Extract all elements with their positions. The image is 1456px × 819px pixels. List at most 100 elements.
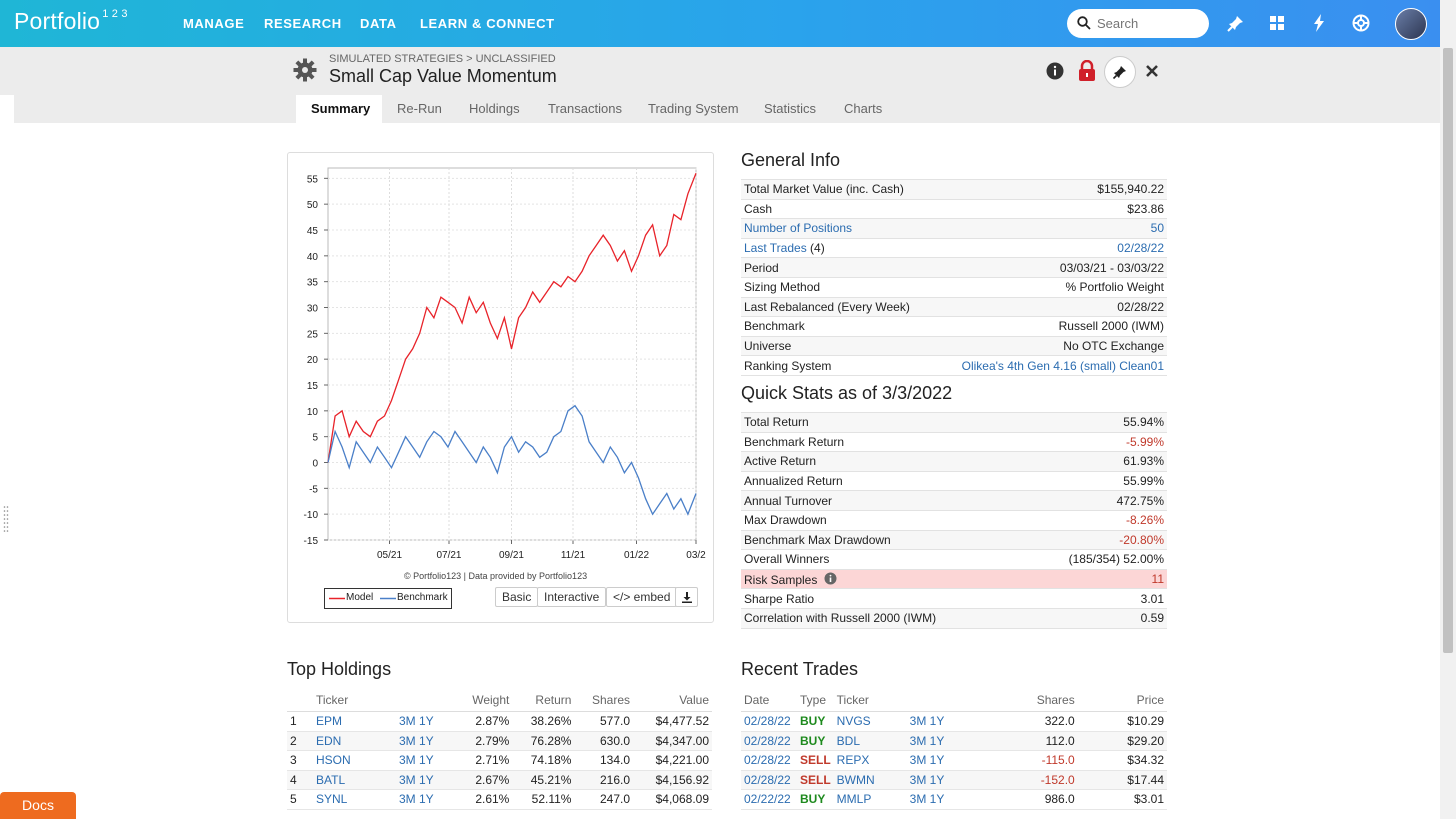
user-avatar[interactable] <box>1395 8 1427 40</box>
scrollbar-thumb[interactable] <box>1443 48 1453 653</box>
y-tick-label: 40 <box>307 252 319 263</box>
portfolio123-logo[interactable]: Portfolio 1 2 3 <box>14 8 128 35</box>
tab-holdings[interactable]: Holdings <box>469 101 520 116</box>
holding-value: $4,477.52 <box>633 711 712 732</box>
col-ticker[interactable]: Ticker <box>833 689 890 712</box>
col-date[interactable]: Date <box>741 689 797 712</box>
holding-row[interactable]: 2 EDN 3M 1Y 2.79% 76.28% 630.0 $4,347.00 <box>287 731 712 751</box>
holding-weight: 2.79% <box>455 731 513 751</box>
drag-handle-icon[interactable] <box>3 505 9 533</box>
lightning-icon[interactable] <box>1309 13 1329 33</box>
breadcrumb[interactable]: SIMULATED STRATEGIES > UNCLASSIFIED <box>329 53 556 65</box>
embed-button[interactable]: </> embed <box>606 587 678 607</box>
info-value[interactable]: 02/28/22 <box>933 237 1167 258</box>
vertical-scrollbar[interactable] <box>1440 0 1456 819</box>
info-value[interactable]: 50 <box>933 218 1167 239</box>
col-period <box>889 689 986 712</box>
trade-row[interactable]: 02/22/22 BUY MMLP 3M 1Y 986.0 $3.01 <box>741 789 1167 810</box>
trade-date-link[interactable]: 02/22/22 <box>741 789 797 810</box>
performance-chart[interactable]: 05/21 07/21 09/21 11/21 01/22 03/255504540353… <box>288 153 711 571</box>
period-links[interactable]: 3M 1Y <box>889 789 986 810</box>
interactive-chart-button[interactable]: Interactive <box>537 587 607 607</box>
holding-ticker-link[interactable]: EDN <box>313 731 369 751</box>
tab-trading-system[interactable]: Trading System <box>648 101 739 116</box>
tab-re-run[interactable]: Re-Run <box>397 101 442 116</box>
holding-row[interactable]: 5 SYNL 3M 1Y 2.61% 52.11% 247.0 $4,068.09 <box>287 789 712 810</box>
download-button[interactable] <box>675 587 698 607</box>
trade-row[interactable]: 02/28/22 BUY BDL 3M 1Y 112.0 $29.20 <box>741 731 1167 751</box>
trade-row[interactable]: 02/28/22 SELL BWMN 3M 1Y -152.0 $17.44 <box>741 770 1167 790</box>
pin-icon[interactable] <box>1226 13 1246 33</box>
support-lifebuoy-icon[interactable] <box>1351 13 1371 33</box>
dashboard-grid-icon[interactable] <box>1267 13 1287 33</box>
trade-date-link[interactable]: 02/28/22 <box>741 770 797 790</box>
col-ticker[interactable]: Ticker <box>313 689 369 712</box>
period-links[interactable]: 3M 1Y <box>889 770 986 790</box>
period-links[interactable]: 3M 1Y <box>369 770 455 790</box>
basic-chart-button[interactable]: Basic <box>495 587 539 607</box>
trade-shares: 986.0 <box>985 789 1078 810</box>
holding-ticker-link[interactable]: SYNL <box>313 789 369 810</box>
trade-date-link[interactable]: 02/28/22 <box>741 711 797 732</box>
col-value[interactable]: Value <box>633 689 712 712</box>
holding-ticker-link[interactable]: EPM <box>313 711 369 732</box>
nav-research[interactable]: RESEARCH <box>264 16 342 31</box>
tab-charts[interactable]: Charts <box>844 101 882 116</box>
period-links[interactable]: 3M 1Y <box>889 731 986 751</box>
docs-button[interactable]: Docs <box>0 792 76 819</box>
tab-statistics[interactable]: Statistics <box>764 101 816 116</box>
close-icon[interactable] <box>1145 64 1159 78</box>
trade-date-link[interactable]: 02/28/22 <box>741 750 797 771</box>
stat-row: Sharpe Ratio 3.01 <box>741 588 1167 609</box>
col-price[interactable]: Price <box>1077 689 1167 712</box>
holding-row[interactable]: 3 HSON 3M 1Y 2.71% 74.18% 134.0 $4,221.00 <box>287 750 712 771</box>
search-icon <box>1077 16 1091 30</box>
nav-learn-connect[interactable]: LEARN & CONNECT <box>420 16 555 31</box>
col-shares[interactable]: Shares <box>985 689 1078 712</box>
trade-row[interactable]: 02/28/22 BUY NVGS 3M 1Y 322.0 $10.29 <box>741 711 1167 732</box>
info-row[interactable]: Last Trades (4) 02/28/22 <box>741 237 1167 258</box>
number-of-positions-link[interactable]: Number of Positions <box>741 218 934 239</box>
trade-ticker-link[interactable]: REPX <box>833 750 890 771</box>
period-links[interactable]: 3M 1Y <box>369 789 455 810</box>
lock-icon[interactable] <box>1078 60 1096 82</box>
col-weight[interactable]: Weight <box>455 689 513 712</box>
info-row[interactable]: Number of Positions 50 <box>741 218 1167 239</box>
info-label: Universe <box>741 335 934 356</box>
period-links[interactable]: 3M 1Y <box>369 711 455 732</box>
nav-data[interactable]: DATA <box>360 16 397 31</box>
pin-button[interactable] <box>1104 56 1136 88</box>
gear-icon[interactable] <box>292 57 318 83</box>
trade-ticker-link[interactable]: BDL <box>833 731 890 751</box>
holding-return: 38.26% <box>512 711 575 732</box>
y-tick-label: -5 <box>309 484 318 495</box>
tab-summary[interactable]: Summary <box>311 101 371 116</box>
holding-row[interactable]: 1 EPM 3M 1Y 2.87% 38.26% 577.0 $4,477.52 <box>287 711 712 732</box>
info-icon[interactable] <box>1046 62 1064 80</box>
trade-ticker-link[interactable]: NVGS <box>833 711 890 732</box>
col-return[interactable]: Return <box>512 689 575 712</box>
search-input[interactable] <box>1095 15 1204 32</box>
last-trades-link[interactable]: Last Trades <box>744 241 807 255</box>
period-links[interactable]: 3M 1Y <box>369 750 455 771</box>
holding-row[interactable]: 4 BATL 3M 1Y 2.67% 45.21% 216.0 $4,156.92 <box>287 770 712 790</box>
period-links[interactable]: 3M 1Y <box>889 750 986 771</box>
trade-date-link[interactable]: 02/28/22 <box>741 731 797 751</box>
holding-ticker-link[interactable]: HSON <box>313 750 369 771</box>
ranking-system-link[interactable]: Olikea's 4th Gen 4.16 (small) Clean01 <box>933 355 1167 376</box>
col-shares[interactable]: Shares <box>574 689 633 712</box>
nav-manage[interactable]: MANAGE <box>183 16 244 31</box>
trade-row[interactable]: 02/28/22 SELL REPX 3M 1Y -115.0 $34.32 <box>741 750 1167 771</box>
trade-ticker-link[interactable]: MMLP <box>833 789 890 810</box>
info-value: $155,940.22 <box>933 179 1167 200</box>
tab-transactions[interactable]: Transactions <box>548 101 622 116</box>
col-type[interactable]: Type <box>797 689 834 712</box>
holding-ticker-link[interactable]: BATL <box>313 770 369 790</box>
download-icon <box>681 592 692 603</box>
period-links[interactable]: 3M 1Y <box>889 711 986 732</box>
search-box[interactable] <box>1067 9 1209 38</box>
period-links[interactable]: 3M 1Y <box>369 731 455 751</box>
info-row[interactable]: Ranking System Olikea's 4th Gen 4.16 (sma… <box>741 355 1167 376</box>
info-icon[interactable] <box>824 572 837 585</box>
trade-ticker-link[interactable]: BWMN <box>833 770 890 790</box>
